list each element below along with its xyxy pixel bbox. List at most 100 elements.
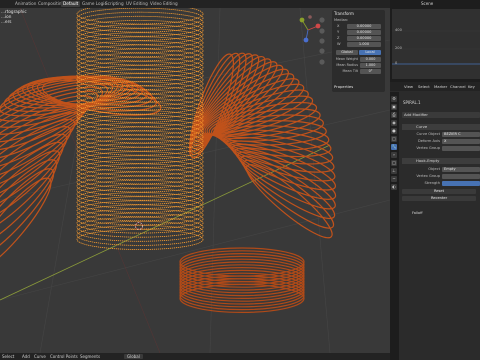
selected-coil-ring — [76, 122, 204, 144]
menu-add[interactable]: Add — [22, 354, 30, 359]
selected-coil-ring — [76, 52, 204, 74]
constraints-tab-icon[interactable]: ⊥ — [391, 168, 397, 174]
menu-marker[interactable]: Marker — [434, 84, 447, 89]
y-label: Y — [337, 30, 340, 34]
tab-video-editing[interactable]: Video Editing — [148, 1, 180, 7]
selected-coil-ring — [76, 142, 204, 164]
selected-coil-ring — [76, 126, 204, 148]
selected-coil-ring — [76, 159, 204, 181]
falloff-panel[interactable]: Falloff — [412, 211, 423, 215]
menu-view[interactable]: View — [404, 84, 413, 89]
object-tab-icon[interactable]: □ — [391, 136, 397, 142]
mean-radius-row: Mean Radius 1.000 — [334, 63, 382, 68]
workspace-tabs-bar: Animation Compositing Default Game Logic… — [0, 0, 390, 8]
tab-uv-editing[interactable]: UV Editing — [124, 1, 150, 7]
menu-segments[interactable]: Segments — [80, 354, 100, 359]
data-tab-icon[interactable]: ∽ — [391, 176, 397, 182]
selected-coil-ring — [76, 134, 204, 156]
scene-selector[interactable]: Scene — [421, 1, 433, 6]
sidebar-transform-panel: Transform Median: X 0.00000 Y 0.00000 Z … — [332, 10, 385, 92]
curve-modifier-header[interactable]: Curve — [402, 124, 480, 130]
median-z-row: Z 0.00000 — [334, 36, 382, 41]
properties-section-header[interactable]: Properties — [334, 84, 353, 89]
selected-coil-ring — [76, 229, 204, 250]
selected-coil-ring — [76, 204, 204, 226]
menu-curve[interactable]: Curve — [34, 354, 46, 359]
viewport-info-text: ...rtographic ...ion ...ers — [1, 9, 27, 24]
transform-header[interactable]: Transform — [334, 11, 354, 16]
transform-orientation-dropdown[interactable]: Global — [124, 354, 143, 359]
mean-tilt-row: Mean Tilt 0° — [334, 69, 382, 74]
selected-coil-ring — [76, 44, 204, 66]
curve-modifier-name[interactable]: Curve — [416, 124, 427, 130]
median-label: Median: — [334, 18, 349, 22]
selected-coil-ring — [76, 138, 204, 160]
tab-scripting[interactable]: Scripting — [103, 1, 126, 7]
mean-weight-field[interactable]: 0.000 — [360, 57, 381, 62]
menu-key[interactable]: Key — [468, 84, 475, 89]
viewport-nav-buttons — [319, 17, 325, 65]
selected-coil-ring — [76, 220, 204, 242]
world-tab-icon[interactable]: ● — [391, 128, 397, 134]
w-label: W — [337, 42, 341, 46]
local-toggle[interactable]: Local — [359, 50, 381, 55]
menu-select-bottom[interactable]: Select — [2, 354, 14, 359]
strength-slider[interactable] — [442, 181, 480, 186]
selected-coil-ring — [76, 188, 204, 209]
hook-object-label: Object — [428, 167, 440, 171]
hook-object-field[interactable]: Empty — [442, 167, 480, 172]
output-tab-icon[interactable]: ⎙ — [391, 112, 397, 118]
recenter-button[interactable]: Recenter — [402, 196, 476, 201]
modifier-tab-icon[interactable]: 🔧 — [391, 144, 397, 150]
selected-coil-ring — [76, 81, 204, 103]
median-z-field[interactable]: 0.00000 — [347, 36, 381, 41]
object-name: SPIRAL.1 — [403, 100, 421, 105]
mean-tilt-field[interactable]: 0° — [360, 69, 381, 74]
z-label: Z — [337, 36, 340, 40]
menu-control-points[interactable]: Control Points — [50, 354, 78, 359]
particles-tab-icon[interactable]: ∘ — [391, 152, 397, 158]
x-label: X — [337, 24, 340, 28]
mean-weight-label: Mean Weight — [335, 57, 358, 61]
tab-animation[interactable]: Animation — [13, 1, 38, 7]
graph-tick-200: 200 — [395, 46, 402, 50]
3d-cursor — [135, 222, 143, 230]
tab-default[interactable]: Default — [61, 1, 81, 7]
render-tab-icon[interactable]: ▣ — [391, 104, 397, 110]
selected-coil-ring — [76, 224, 204, 246]
mean-radius-label: Mean Radius — [336, 63, 358, 67]
median-w-field[interactable]: 1.000 — [347, 42, 381, 47]
properties-header: View Select Marker Channel Key — [390, 82, 480, 91]
curve-object-field[interactable]: BÉZIER C — [442, 132, 480, 137]
left-arch-coil — [0, 177, 52, 273]
global-toggle[interactable]: Global — [336, 50, 358, 55]
menu-channel[interactable]: Channel — [450, 84, 466, 89]
tool-tab-icon[interactable]: ⚙ — [391, 96, 397, 102]
selected-coil-ring — [76, 163, 204, 185]
viewport-header-bottom: Select Add Curve Control Points Segments… — [0, 353, 390, 360]
selected-coil-ring — [76, 196, 204, 218]
median-x-row: X 0.00000 — [334, 24, 382, 29]
physics-tab-icon[interactable]: ◯ — [391, 160, 397, 166]
deform-axis-field[interactable]: X — [442, 139, 480, 144]
scene-tab-icon[interactable]: ◉ — [391, 120, 397, 126]
median-y-field[interactable]: 0.00000 — [347, 30, 381, 35]
hook-vertex-group-field[interactable] — [442, 174, 480, 179]
graph-editor-canvas — [392, 30, 480, 65]
menu-select[interactable]: Select — [418, 84, 430, 89]
mean-tilt-label: Mean Tilt — [342, 69, 359, 73]
selected-coil-ring — [76, 208, 204, 230]
reset-button[interactable]: Reset — [402, 189, 476, 194]
selected-coil-ring — [76, 32, 204, 54]
material-tab-icon[interactable]: ◐ — [391, 184, 397, 190]
mean-radius-field[interactable]: 1.000 — [360, 63, 381, 68]
graph-editor-area[interactable]: 400 200 0 — [392, 9, 480, 79]
vertex-group-field[interactable] — [442, 146, 480, 151]
hook-modifier-name[interactable]: Hook-Empty — [416, 158, 439, 164]
hook-vertex-group-label: Vertex Group — [416, 174, 440, 178]
selected-coil-ring — [76, 48, 204, 70]
median-y-row: Y 0.00000 — [334, 30, 382, 35]
median-x-field[interactable]: 0.00000 — [347, 24, 381, 29]
add-modifier-button[interactable]: Add Modifier — [402, 112, 480, 118]
hook-modifier-header[interactable]: Hook-Empty — [402, 158, 480, 164]
